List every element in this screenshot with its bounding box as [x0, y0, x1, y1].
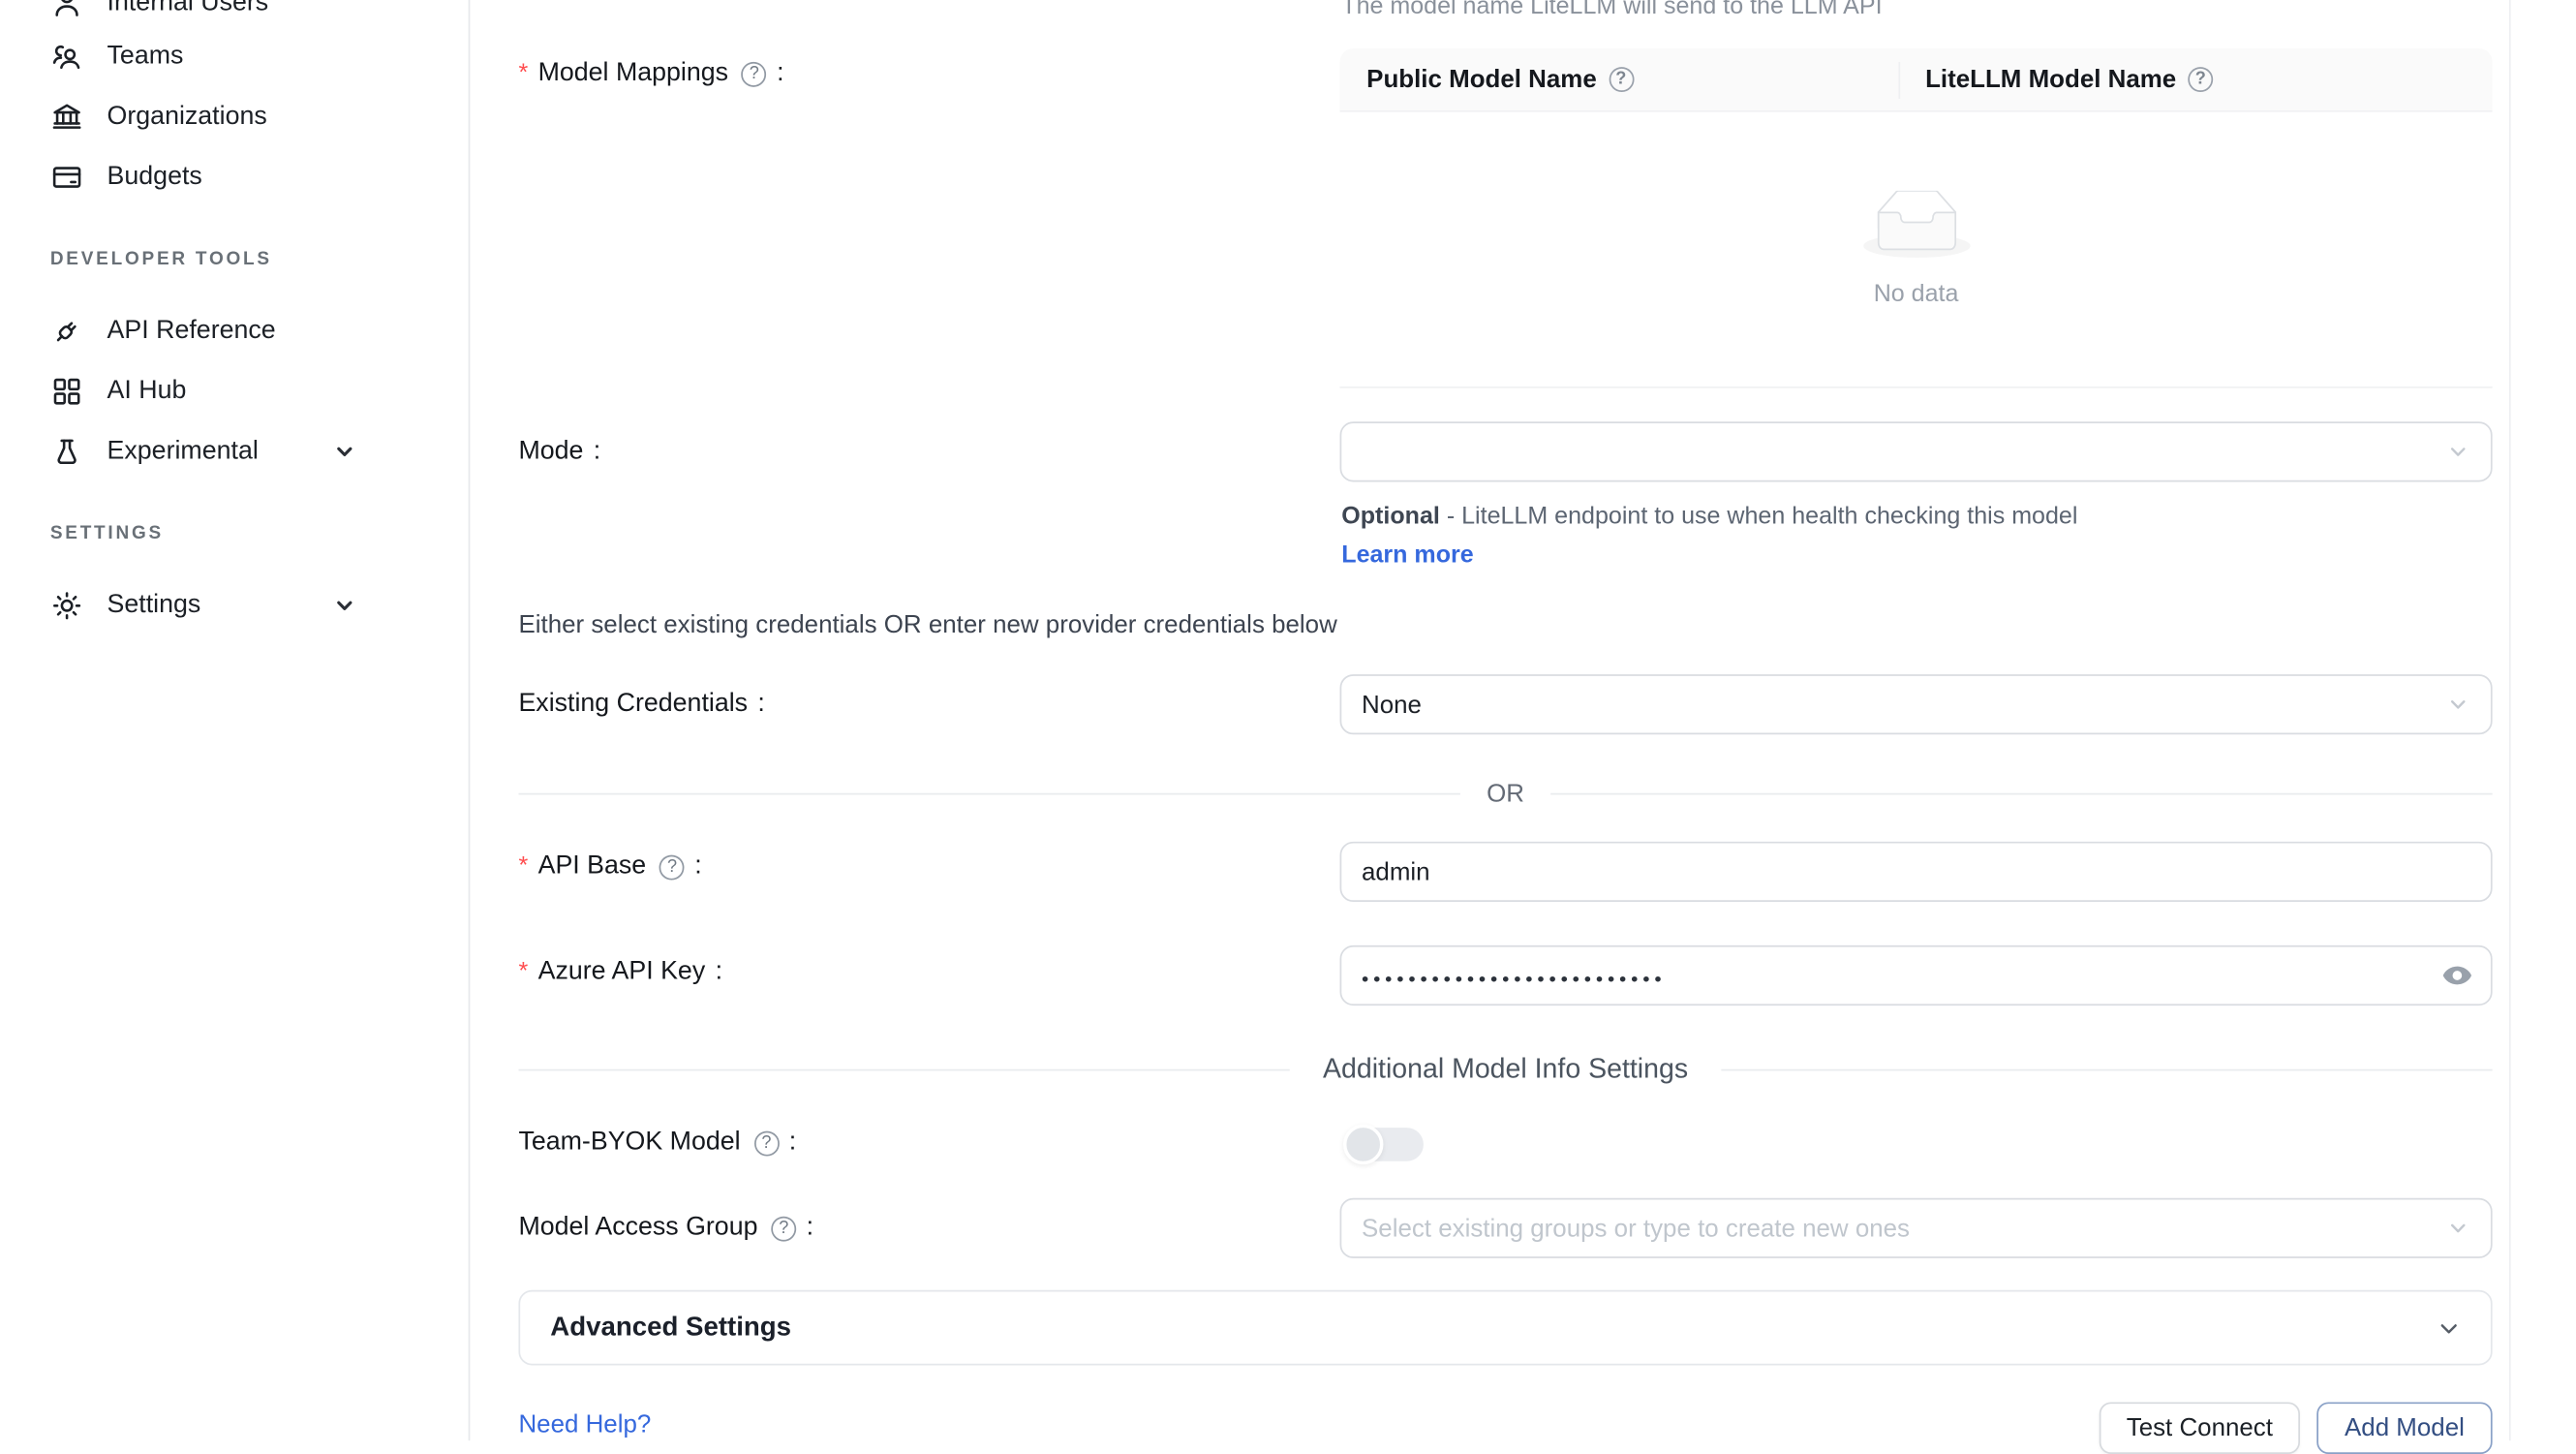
panel-right-edge	[2509, 0, 2511, 1440]
existing-credentials-label: Existing Credentials :	[518, 686, 764, 723]
sidebar-item-label: Teams	[107, 42, 184, 72]
select-placeholder: Select existing groups or type to create…	[1362, 1214, 1910, 1242]
help-circle-icon[interactable]: ?	[753, 1130, 779, 1156]
test-connect-button[interactable]: Test Connect	[2100, 1402, 2300, 1454]
masked-password-value: ••••••••••••••••••••••••••	[1362, 961, 1666, 989]
sidebar-item-experimental[interactable]: Experimental	[50, 421, 354, 481]
model-access-group-label: Model Access Group ? :	[518, 1210, 813, 1247]
sidebar-item-label: Experimental	[107, 437, 259, 467]
model-access-group-select[interactable]: Select existing groups or type to create…	[1340, 1198, 2493, 1258]
api-base-input[interactable]: admin	[1340, 842, 2493, 902]
no-data-text: No data	[1874, 281, 1959, 308]
eye-icon[interactable]	[2442, 960, 2472, 990]
bank-icon	[50, 101, 84, 135]
help-circle-icon[interactable]: ?	[742, 61, 767, 86]
azure-api-key-label: * Azure API Key :	[518, 954, 722, 991]
sidebar-item-label: Settings	[107, 591, 201, 621]
additional-model-info-divider: Additional Model Info Settings	[518, 1056, 2492, 1083]
sidebar-section-settings: SETTINGS	[50, 524, 164, 544]
mode-label: Mode :	[518, 433, 600, 470]
chevron-down-icon	[2447, 441, 2469, 462]
sidebar-item-api-reference[interactable]: API Reference	[50, 301, 354, 361]
chevron-down-icon	[2438, 1315, 2461, 1339]
required-asterisk: *	[518, 60, 528, 87]
sidebar-item-teams[interactable]: Teams	[50, 27, 354, 87]
chevron-down-icon	[2447, 1218, 2469, 1239]
sidebar-item-budgets[interactable]: Budgets	[50, 147, 354, 207]
add-model-form: The model name LiteLLM will send to the …	[470, 0, 2576, 1440]
or-divider-text: OR	[1487, 779, 1524, 807]
mode-help-text: Optional - LiteLLM endpoint to use when …	[1341, 499, 2148, 575]
or-divider: OR	[518, 780, 2492, 807]
sidebar-item-ai-hub[interactable]: AI Hub	[50, 361, 354, 421]
litellm-model-name-help-text: The model name LiteLLM will send to the …	[1341, 0, 1882, 20]
column-divider	[1898, 62, 1900, 99]
gear-icon	[50, 589, 84, 623]
need-help-link[interactable]: Need Help?	[518, 1410, 651, 1439]
model-mappings-table: Public Model Name ? LiteLLM Model Name ?…	[1340, 48, 2493, 388]
user-icon	[50, 0, 84, 20]
flask-icon	[50, 435, 84, 469]
add-model-button[interactable]: Add Model	[2316, 1402, 2492, 1454]
grid-icon	[50, 375, 84, 409]
required-asterisk: *	[518, 959, 528, 986]
model-mappings-label: * Model Mappings ? :	[518, 55, 783, 92]
empty-inbox-icon	[1862, 191, 1970, 267]
sidebar-section-developer-tools: DEVELOPER TOOLS	[50, 249, 272, 269]
credentials-note: Either select existing credentials OR en…	[518, 610, 1336, 638]
sidebar-item-label: Budgets	[107, 163, 202, 193]
api-base-value: admin	[1362, 857, 1430, 885]
help-circle-icon[interactable]: ?	[659, 854, 685, 880]
additional-model-info-divider-text: Additional Model Info Settings	[1323, 1053, 1688, 1085]
advanced-settings-title: Advanced Settings	[550, 1313, 791, 1343]
azure-api-key-input[interactable]: ••••••••••••••••••••••••••	[1340, 945, 2493, 1005]
sidebar-item-label: Internal Users	[107, 0, 269, 18]
add-model-page: Internal Users Teams Organizations Budge…	[0, 0, 2576, 1440]
mode-select[interactable]	[1340, 421, 2493, 481]
sidebar-item-label: Organizations	[107, 102, 267, 132]
chevron-down-icon	[2447, 694, 2469, 715]
users-icon	[50, 40, 84, 74]
help-circle-icon[interactable]: ?	[771, 1216, 796, 1241]
learn-more-link[interactable]: Learn more	[1341, 542, 1473, 570]
team-byok-label: Team-BYOK Model ? :	[518, 1125, 796, 1161]
sidebar-item-organizations[interactable]: Organizations	[50, 87, 354, 147]
sidebar: Internal Users Teams Organizations Budge…	[0, 0, 470, 1440]
sidebar-item-label: API Reference	[107, 316, 276, 346]
existing-credentials-select[interactable]: None	[1340, 674, 2493, 734]
api-plug-icon	[50, 315, 84, 349]
column-header-public-model-name: Public Model Name ?	[1340, 48, 1899, 110]
sidebar-item-label: AI Hub	[107, 377, 187, 407]
team-byok-toggle-off[interactable]	[1343, 1125, 1424, 1164]
help-circle-icon[interactable]: ?	[1609, 67, 1634, 92]
sidebar-item-settings[interactable]: Settings	[50, 575, 354, 635]
column-header-litellm-model-name: LiteLLM Model Name ?	[1898, 48, 2492, 110]
chevron-down-icon	[334, 596, 354, 616]
table-header: Public Model Name ? LiteLLM Model Name ?	[1340, 48, 2493, 112]
api-base-label: * API Base ? :	[518, 849, 701, 885]
advanced-settings-panel[interactable]: Advanced Settings	[518, 1290, 2492, 1366]
help-circle-icon[interactable]: ?	[2188, 67, 2213, 92]
required-asterisk: *	[518, 853, 528, 881]
table-empty-state: No data	[1340, 112, 2493, 387]
selected-value: None	[1362, 690, 1422, 718]
chevron-down-icon	[334, 442, 354, 462]
credit-card-icon	[50, 161, 84, 195]
